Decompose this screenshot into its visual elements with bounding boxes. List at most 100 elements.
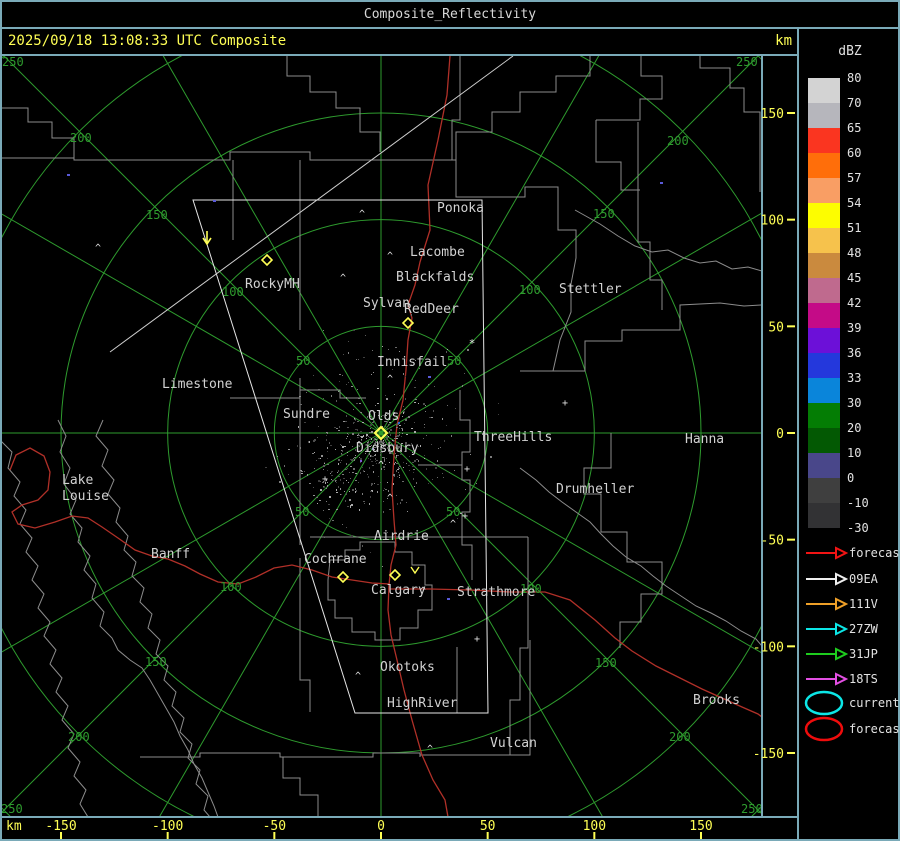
right-axis-tick — [787, 112, 795, 115]
clutter-speckle — [339, 426, 340, 428]
ring-distance-label: 100 — [222, 285, 244, 299]
legend-item-label: forecast — [849, 546, 900, 560]
window-border — [0, 0, 2, 841]
clutter-speckle — [342, 474, 344, 475]
clutter-speckle — [336, 492, 338, 493]
clutter-speckle — [335, 449, 336, 450]
clutter-speckle — [443, 477, 444, 478]
ring-distance-label: 50 — [447, 354, 461, 368]
clutter-speckle — [323, 486, 324, 487]
colorbar-value-label: 65 — [847, 121, 861, 135]
clutter-speckle — [386, 458, 387, 459]
clutter-speckle — [414, 422, 415, 423]
clutter-speckle — [301, 473, 303, 474]
caret-marker: ^ — [387, 251, 393, 262]
clutter-speckle — [365, 335, 366, 336]
clutter-speckle — [371, 374, 372, 375]
city-diamond-marker — [388, 568, 402, 582]
place-label: Airdrie — [374, 529, 429, 544]
right-axis-tick — [787, 751, 795, 754]
right-axis-tick-label: 50 — [768, 320, 784, 335]
caret-marker: ^ — [340, 273, 346, 284]
clutter-speckle — [368, 476, 369, 478]
clutter-speckle — [393, 474, 395, 476]
clutter-speckle — [343, 478, 345, 479]
place-label: Okotoks — [380, 660, 435, 675]
clutter-speckle — [332, 480, 334, 481]
clutter-speckle — [316, 497, 318, 498]
clutter-speckle — [348, 482, 349, 483]
clutter-speckle — [406, 463, 407, 464]
place-label: Didsbury — [356, 441, 419, 456]
clutter-speckle — [423, 403, 425, 405]
bottom-axis-tick-label: 100 — [583, 819, 606, 834]
clutter-speckle — [387, 435, 388, 436]
clutter-speckle — [299, 396, 301, 397]
colorbar-value-label: 36 — [847, 346, 861, 360]
clutter-speckle — [370, 552, 371, 553]
clutter-speckle — [320, 481, 321, 482]
clutter-speckle — [425, 405, 426, 406]
map-layer[interactable]: 2502001501002502001501001001502002501001… — [0, 0, 900, 841]
clutter-speckle — [375, 458, 376, 460]
boundary-line — [140, 752, 421, 758]
clutter-speckle — [404, 423, 405, 424]
colorbar-block — [808, 103, 840, 128]
window-border — [0, 27, 900, 29]
colorbar-value-label: 57 — [847, 171, 861, 185]
chevron-marker — [410, 566, 420, 575]
colorbar-block — [808, 378, 840, 403]
blue-dot-marker — [213, 200, 216, 202]
bottom-axis-tick — [60, 832, 63, 839]
clutter-speckle — [369, 503, 370, 505]
clutter-speckle — [360, 458, 362, 460]
clutter-speckle — [342, 471, 343, 472]
clutter-speckle — [368, 436, 369, 437]
clutter-speckle — [327, 470, 328, 471]
clutter-speckle — [397, 503, 398, 505]
cross-marker: + — [462, 511, 468, 522]
legend-item-label: 31JP — [849, 647, 878, 661]
clutter-speckle — [384, 459, 385, 461]
boundary-line — [699, 56, 761, 192]
clutter-speckle — [336, 509, 338, 510]
clutter-speckle — [312, 453, 314, 454]
clutter-speckle — [342, 450, 343, 452]
timestamp-label: 2025/09/18 13:08:33 UTC Composite — [8, 33, 287, 49]
clutter-speckle — [377, 484, 379, 485]
clutter-speckle — [423, 438, 424, 439]
radar-map-canvas[interactable]: 2502001501002502001501001001502002501001… — [0, 0, 900, 841]
clutter-speckle — [447, 405, 448, 406]
bottom-axis-tick — [593, 832, 596, 839]
clutter-speckle — [342, 375, 343, 376]
clutter-speckle — [352, 433, 354, 435]
clutter-speckle — [396, 457, 397, 458]
clutter-speckle — [349, 499, 351, 501]
clutter-speckle — [348, 382, 349, 383]
clutter-speckle — [309, 441, 310, 443]
legend-item-label: 111V — [849, 597, 878, 611]
clutter-speckle — [351, 504, 353, 506]
colorbar-block — [808, 78, 840, 103]
colorbar-value-label: 60 — [847, 146, 861, 160]
clutter-speckle — [324, 463, 325, 464]
caret-marker: ^ — [359, 209, 365, 220]
clutter-speckle — [349, 441, 350, 443]
place-label: HighRiver — [387, 696, 458, 711]
clutter-speckle — [405, 398, 406, 400]
caret-marker: ^ — [387, 374, 393, 385]
clutter-speckle — [429, 417, 431, 418]
boundary-line — [637, 122, 663, 310]
clutter-speckle — [383, 501, 384, 502]
clutter-speckle — [402, 416, 403, 417]
clutter-speckle — [355, 491, 356, 493]
clutter-speckle — [377, 388, 379, 389]
clutter-speckle — [382, 346, 383, 347]
clutter-speckle — [402, 433, 403, 434]
clutter-speckle — [331, 475, 333, 476]
clutter-speckle — [396, 427, 397, 428]
colorbar-value-label: 45 — [847, 271, 861, 285]
clutter-speckle — [338, 470, 339, 472]
place-label: Sylvan — [363, 296, 410, 311]
clutter-speckle — [462, 385, 463, 387]
